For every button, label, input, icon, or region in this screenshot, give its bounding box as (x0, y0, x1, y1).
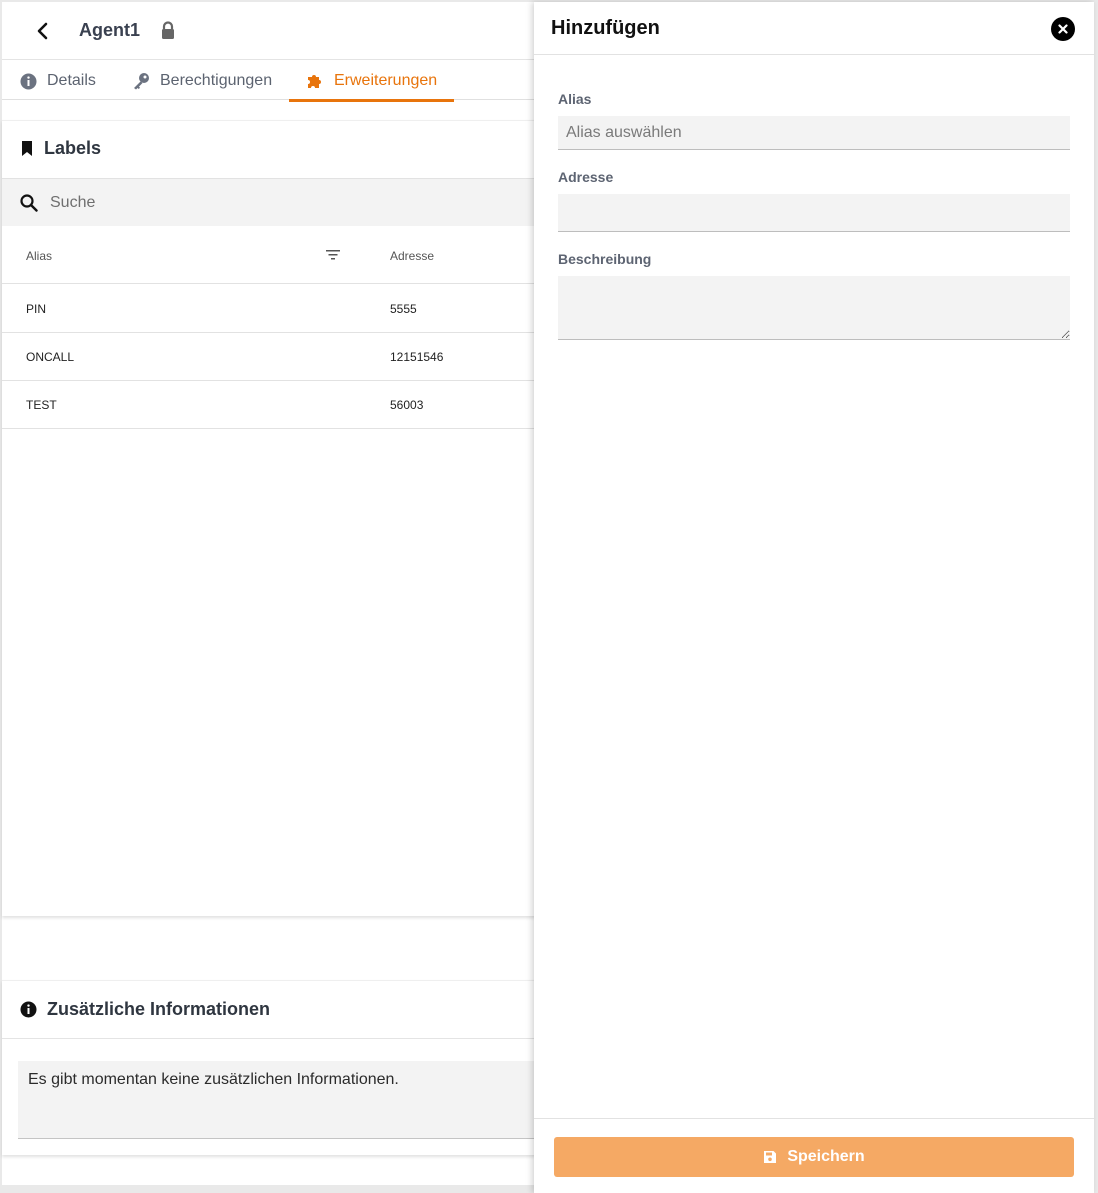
info-circle-icon (20, 1001, 37, 1018)
tab-details-label: Details (47, 72, 96, 89)
back-button[interactable] (32, 20, 54, 42)
drawer-header: Hinzufügen (534, 2, 1094, 55)
table-row[interactable]: ONCALL 12151546 (2, 333, 542, 381)
info-text: Es gibt momentan keine zusätzlichen Info… (18, 1061, 542, 1139)
labels-title: Labels (44, 138, 102, 158)
page: Agent1 Details Berechtigungen Erweiterun… (0, 0, 1098, 1193)
adresse-field[interactable] (558, 194, 1070, 232)
main-panel: Agent1 Details Berechtigungen Erweiterun… (2, 2, 542, 1185)
chevron-left-icon (37, 22, 48, 40)
save-button[interactable]: Speichern (554, 1137, 1074, 1177)
save-button-label: Speichern (787, 1148, 865, 1165)
info-title: Zusätzliche Informationen (47, 999, 271, 1019)
column-header-alias[interactable]: Alias (26, 249, 52, 263)
tab-erweiterungen[interactable]: Erweiterungen (288, 62, 455, 102)
beschreibung-label: Beschreibung (558, 251, 652, 267)
search-icon (20, 194, 38, 212)
lock-icon (160, 21, 176, 46)
floppy-disk-icon (764, 1151, 777, 1163)
alias-label: Alias (558, 91, 592, 107)
cell-alias: PIN (26, 302, 47, 316)
drawer-footer: Speichern (534, 1118, 1094, 1193)
cell-adresse: 5555 (390, 302, 417, 316)
search-bar (2, 178, 542, 226)
table-row[interactable]: TEST 56003 (2, 381, 542, 429)
tab-berechtigungen[interactable]: Berechtigungen (132, 62, 272, 100)
top-bar: Agent1 (2, 2, 542, 60)
cell-adresse: 12151546 (390, 350, 444, 364)
agent-title: Agent1 (79, 20, 141, 40)
filter-icon[interactable] (325, 248, 341, 266)
puzzle-icon (308, 75, 321, 88)
labels-card: Labels Alias Adresse (2, 120, 542, 916)
info-heading: Zusätzliche Informationen (20, 999, 270, 1020)
search-input[interactable] (50, 191, 510, 215)
close-icon (1058, 24, 1068, 34)
drawer-title: Hinzufügen (551, 17, 660, 39)
close-button[interactable] (1051, 17, 1075, 41)
cell-alias: ONCALL (26, 350, 75, 364)
tab-bar: Details Berechtigungen Erweiterungen (2, 62, 542, 102)
bookmark-icon (22, 141, 32, 156)
key-icon (134, 73, 149, 90)
cell-alias: TEST (26, 398, 57, 412)
tab-erweiterungen-label: Erweiterungen (334, 72, 438, 89)
adresse-label: Adresse (558, 169, 614, 185)
table-row[interactable]: PIN 5555 (2, 285, 542, 333)
beschreibung-field[interactable] (558, 276, 1070, 340)
tab-berechtigungen-label: Berechtigungen (160, 72, 273, 89)
alias-select[interactable] (558, 116, 1070, 150)
add-drawer: Hinzufügen Alias Adresse Beschreibung Sp… (534, 2, 1094, 1193)
divider (2, 1038, 542, 1039)
tab-details[interactable]: Details (20, 62, 96, 100)
info-icon (20, 73, 37, 89)
table-header: Alias Adresse (2, 227, 542, 284)
cell-adresse: 56003 (390, 398, 424, 412)
column-header-adresse[interactable]: Adresse (390, 249, 434, 263)
info-card: Zusätzliche Informationen Es gibt moment… (2, 980, 542, 1155)
labels-heading: Labels (20, 138, 101, 159)
